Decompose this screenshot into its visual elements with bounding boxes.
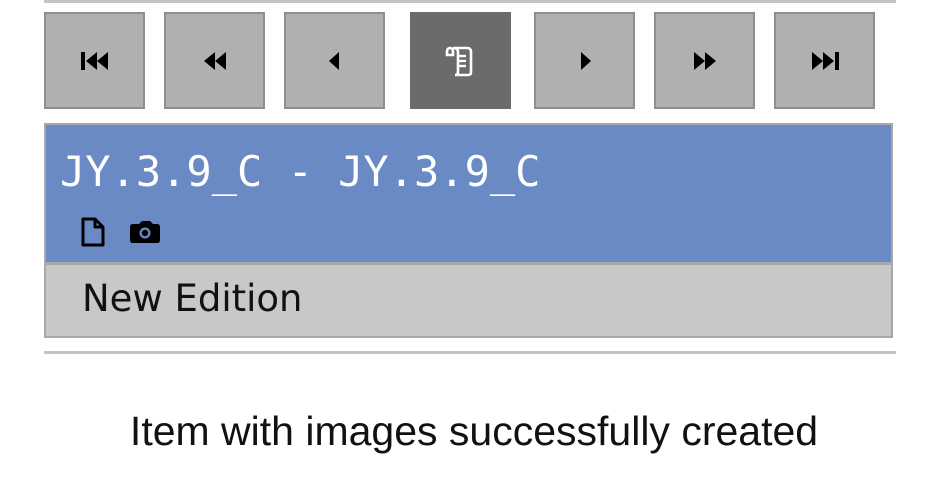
next-button[interactable] [534, 12, 635, 109]
item-header[interactable]: JY.3.9_C - JY.3.9_C [46, 125, 891, 265]
camera-icon[interactable] [128, 219, 162, 249]
item-panel: JY.3.9_C - JY.3.9_C New Edition [44, 123, 893, 338]
item-title[interactable]: JY.3.9_C - JY.3.9_C [60, 147, 540, 196]
edition-view-button[interactable] [410, 12, 511, 109]
fast-rewind-icon [203, 51, 226, 70]
record-navigation-bar [44, 12, 876, 112]
previous-icon [328, 51, 339, 70]
fast-back-button[interactable] [164, 12, 265, 109]
fast-forward-button[interactable] [654, 12, 755, 109]
document-icon[interactable] [80, 217, 106, 251]
fast-forward-icon [693, 51, 716, 70]
next-icon [580, 51, 591, 70]
status-message: Item with images successfully created [129, 408, 819, 454]
top-divider [44, 0, 896, 3]
first-record-button[interactable] [44, 12, 145, 109]
skip-to-last-icon [811, 51, 839, 70]
skip-to-first-icon [80, 51, 108, 70]
edition-row[interactable]: New Edition [46, 265, 891, 336]
edition-label: New Edition [82, 277, 303, 320]
last-record-button[interactable] [774, 12, 875, 109]
item-actions [80, 217, 184, 251]
scroll-document-icon [445, 46, 472, 76]
previous-button[interactable] [284, 12, 385, 109]
bottom-divider [44, 351, 896, 354]
